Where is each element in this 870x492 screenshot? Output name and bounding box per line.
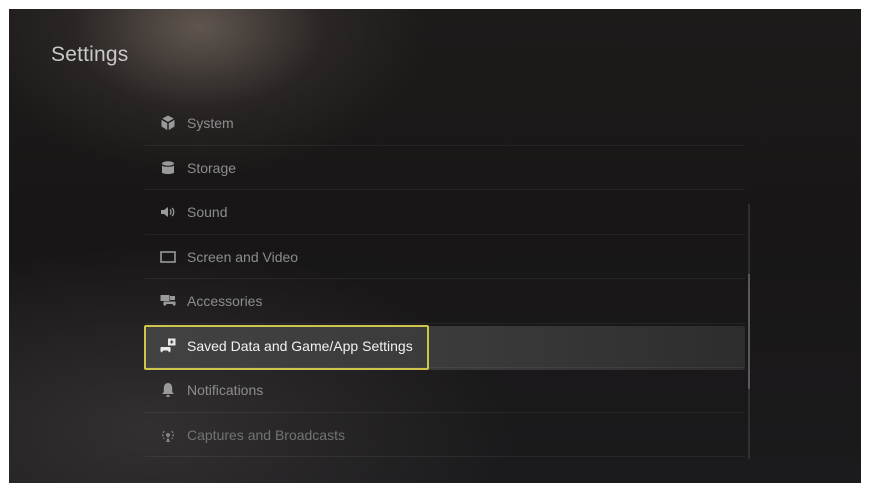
storage-icon xyxy=(157,157,179,179)
captures-icon xyxy=(157,424,179,446)
menu-item-system[interactable]: System xyxy=(145,101,745,146)
scrollbar[interactable] xyxy=(748,204,750,459)
menu-item-notifications[interactable]: Notifications xyxy=(145,368,745,413)
menu-item-sound[interactable]: Sound xyxy=(145,190,745,235)
menu-item-captures-and-broadcasts[interactable]: Captures and Broadcasts xyxy=(145,413,745,458)
menu-item-label: Screen and Video xyxy=(187,248,299,265)
menu-item-label: Accessories xyxy=(187,293,263,310)
scrollbar-thumb[interactable] xyxy=(748,274,750,389)
saved-data-icon xyxy=(157,335,179,357)
bell-icon xyxy=(157,379,179,401)
menu-item-label: Saved Data and Game/App Settings xyxy=(187,337,413,354)
settings-screen: Settings System Storage Sound Screen and… xyxy=(9,9,861,483)
screen-icon xyxy=(157,246,179,268)
menu-item-accessories[interactable]: Accessories xyxy=(145,279,745,324)
accessories-icon xyxy=(157,290,179,312)
menu-item-label: System xyxy=(187,115,234,132)
menu-item-label: Captures and Broadcasts xyxy=(187,426,345,443)
menu-item-label: Storage xyxy=(187,159,237,176)
menu-item-saved-data-and-game-app-settings[interactable]: Saved Data and Game/App Settings xyxy=(144,324,745,370)
settings-menu: System Storage Sound Screen and Video Ac xyxy=(144,101,745,458)
system-icon xyxy=(157,112,179,134)
menu-item-storage[interactable]: Storage xyxy=(145,146,745,191)
page-title: Settings xyxy=(51,43,129,66)
sound-icon xyxy=(157,201,179,223)
menu-item-screen-and-video[interactable]: Screen and Video xyxy=(145,235,745,280)
menu-item-label: Sound xyxy=(187,204,228,221)
menu-item-label: Notifications xyxy=(187,382,264,399)
